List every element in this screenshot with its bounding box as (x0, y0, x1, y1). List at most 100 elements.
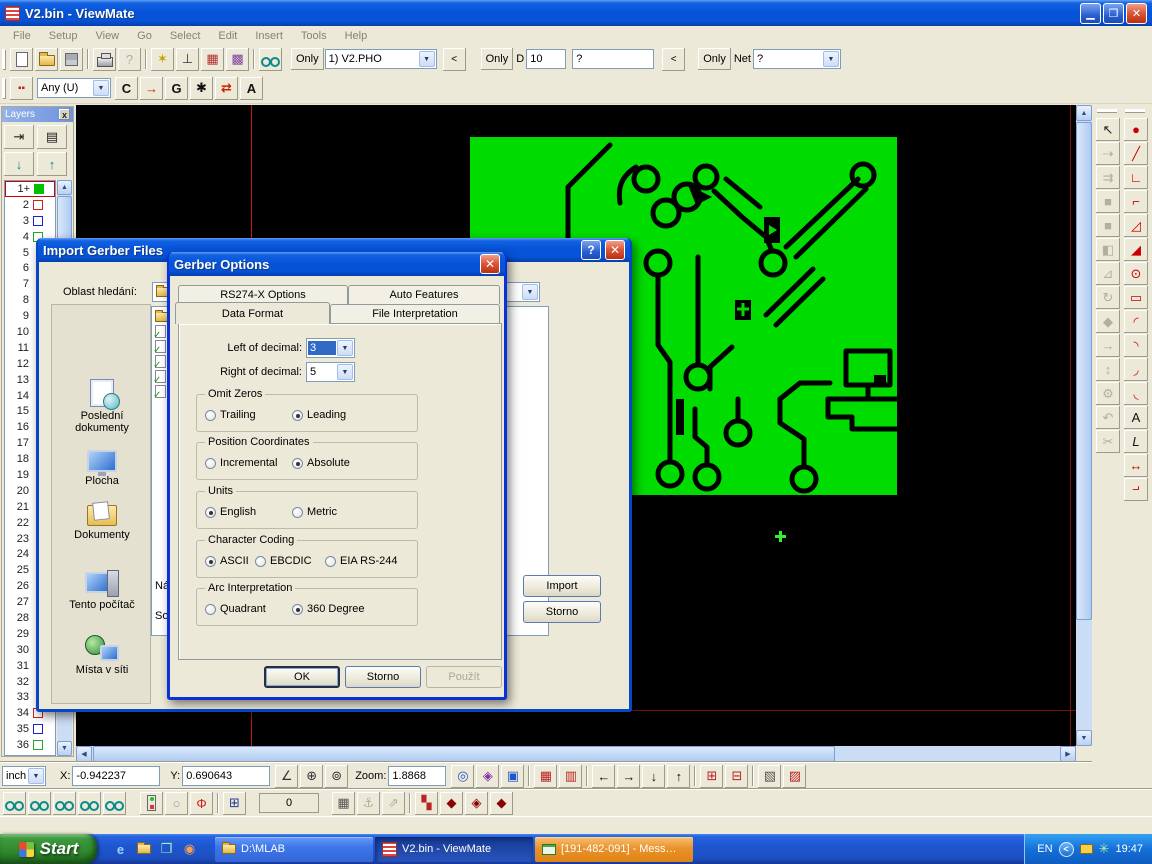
close-button[interactable]: ✕ (1126, 3, 1147, 24)
menu-view[interactable]: View (86, 28, 128, 44)
hscroll-thumb[interactable] (93, 746, 835, 762)
film-colors-icon[interactable]: ▩ (226, 48, 249, 71)
scroll-down-icon[interactable]: ▼ (57, 741, 72, 756)
radio-english[interactable]: English (205, 506, 256, 518)
gerber-file-icon[interactable] (155, 385, 166, 398)
pan-down-icon[interactable]: ↓ (642, 765, 665, 788)
radio-icon[interactable] (255, 556, 266, 567)
dcode-film-icon[interactable]: ▦ (201, 48, 224, 71)
radio-icon[interactable] (292, 458, 303, 469)
units-combo[interactable]: inch ▼ (2, 766, 46, 786)
radio-quadrant[interactable]: Quadrant (205, 603, 266, 615)
radio-incremental[interactable]: Incremental (205, 457, 277, 469)
print-icon[interactable] (93, 48, 116, 71)
gerber-file-icon[interactable] (155, 340, 166, 353)
dimension-tool[interactable]: ↔ (1124, 454, 1148, 477)
draw-triangle-tool[interactable]: ◢ (1124, 238, 1148, 261)
menu-insert[interactable]: Insert (246, 28, 292, 44)
close-icon[interactable]: ✕ (480, 254, 500, 274)
gerber-file-icon[interactable] (155, 370, 166, 383)
draw-curve-tool[interactable]: ◟ (1124, 382, 1148, 405)
draw-angle-tool[interactable]: ◿ (1124, 214, 1148, 237)
draw-arc2-tool[interactable]: ◝ (1124, 334, 1148, 357)
aperture-c-icon[interactable]: C (115, 77, 138, 100)
place-desktop[interactable]: Plocha (54, 450, 150, 487)
draw-circle-tool[interactable]: ⊙ (1124, 262, 1148, 285)
menu-help[interactable]: Help (336, 28, 377, 44)
toolbar-grip[interactable] (2, 78, 5, 98)
radio-icon[interactable] (292, 507, 303, 518)
aperture-type-combo[interactable]: Any (U) ▼ (37, 78, 111, 98)
toolbar-grip[interactable] (2, 49, 5, 69)
grid-dots-icon[interactable]: ▦ (332, 792, 355, 815)
only-dcode-button[interactable]: Only (481, 48, 514, 70)
dcode-query-input[interactable] (572, 49, 654, 69)
menu-file[interactable]: File (4, 28, 40, 44)
zoom-field[interactable] (388, 766, 446, 786)
snap-angle-icon[interactable]: ∠ (275, 765, 298, 788)
radio-icon[interactable] (292, 604, 303, 615)
left-of-decimal-combo[interactable]: 3 ▼ (306, 338, 355, 358)
radio-360-degree[interactable]: 360 Degree (292, 603, 365, 615)
cancel-button[interactable]: Storno (345, 666, 421, 688)
radio-icon[interactable] (205, 604, 216, 615)
snap-pattern-3-icon[interactable]: ◈ (465, 792, 488, 815)
select-area-icon[interactable]: ▧ (758, 765, 781, 788)
show-net-glasses-icon[interactable] (103, 792, 126, 815)
cancel-button[interactable]: Storno (523, 601, 601, 623)
zoom-selection-icon[interactable]: ◈ (476, 765, 499, 788)
relative-origin-icon[interactable]: ⊚ (325, 765, 348, 788)
film-box-icon[interactable]: ▦ (534, 765, 557, 788)
show-selected-glasses-icon[interactable] (78, 792, 101, 815)
tray-notes-icon[interactable] (1080, 844, 1093, 854)
scroll-right-icon[interactable]: ▶ (1060, 746, 1076, 762)
highlight-icon[interactable]: ✶ (151, 48, 174, 71)
scroll-up-icon[interactable]: ▲ (57, 180, 72, 195)
chevron-down-icon[interactable]: ▼ (419, 51, 435, 67)
tab-auto-features[interactable]: Auto Features (348, 285, 500, 304)
tab-data-format[interactable]: Data Format (175, 302, 330, 324)
show-all-glasses-icon[interactable] (3, 792, 26, 815)
chevron-down-icon[interactable]: ▼ (337, 364, 353, 380)
aperture-g-icon[interactable]: G (165, 77, 188, 100)
close-icon[interactable]: ✕ (605, 240, 625, 260)
aperture-a-icon[interactable]: A (240, 77, 263, 100)
ie-icon[interactable]: e (111, 840, 130, 859)
scroll-up-icon[interactable]: ▲ (1076, 105, 1092, 121)
net-combo[interactable]: ? ▼ (753, 49, 841, 69)
aperture-swap-icon[interactable]: ⇄ (215, 77, 238, 100)
layer-row-1+[interactable]: 1+ (5, 181, 55, 197)
radio-icon[interactable] (325, 556, 336, 567)
icq-tray-icon[interactable]: ✳ (1099, 841, 1110, 857)
menu-setup[interactable]: Setup (40, 28, 87, 44)
snap-pattern-1-icon[interactable]: ▚ (415, 792, 438, 815)
scroll-down-icon[interactable]: ▼ (1076, 730, 1092, 746)
only-layer-button[interactable]: Only (291, 48, 324, 70)
probe-icon[interactable]: Φ (190, 792, 213, 815)
radio-ebcdic[interactable]: EBCDIC (255, 555, 312, 567)
menu-go[interactable]: Go (128, 28, 161, 44)
place-network[interactable]: Místa v síti (54, 635, 150, 676)
chevron-down-icon[interactable]: ▼ (93, 80, 109, 96)
layer-combo[interactable]: 1) V2.PHO ▼ (325, 49, 437, 69)
radio-icon[interactable] (205, 410, 216, 421)
chevron-down-icon[interactable]: ▼ (522, 284, 538, 300)
folder-launch-icon[interactable] (134, 840, 153, 859)
pane-icon[interactable]: ⊞ (223, 792, 246, 815)
scroll-left-icon[interactable]: ◀ (76, 746, 92, 762)
canvas-hscrollbar[interactable]: ◀ ▶ (76, 746, 1076, 762)
radio-absolute[interactable]: Absolute (292, 457, 350, 469)
layers-scroll-thumb[interactable] (57, 196, 72, 240)
vscroll-thumb[interactable] (1076, 122, 1092, 620)
ok-button[interactable]: OK (264, 666, 340, 688)
layer-table-icon[interactable]: ▤ (37, 125, 67, 149)
help-icon[interactable]: ? (581, 240, 601, 260)
layer-row-3[interactable]: 3 (5, 213, 55, 229)
apply-button[interactable]: Použít (426, 666, 502, 688)
show-layers-glasses-icon[interactable] (28, 792, 51, 815)
draw-polyline-tool[interactable]: ∟ (1124, 166, 1148, 189)
place-computer[interactable]: Tento počítač (54, 570, 150, 611)
task-messenger[interactable]: [191-482-091] - Mess… (535, 837, 693, 862)
only-net-button[interactable]: Only (698, 48, 731, 70)
radio-icon[interactable] (205, 556, 216, 567)
